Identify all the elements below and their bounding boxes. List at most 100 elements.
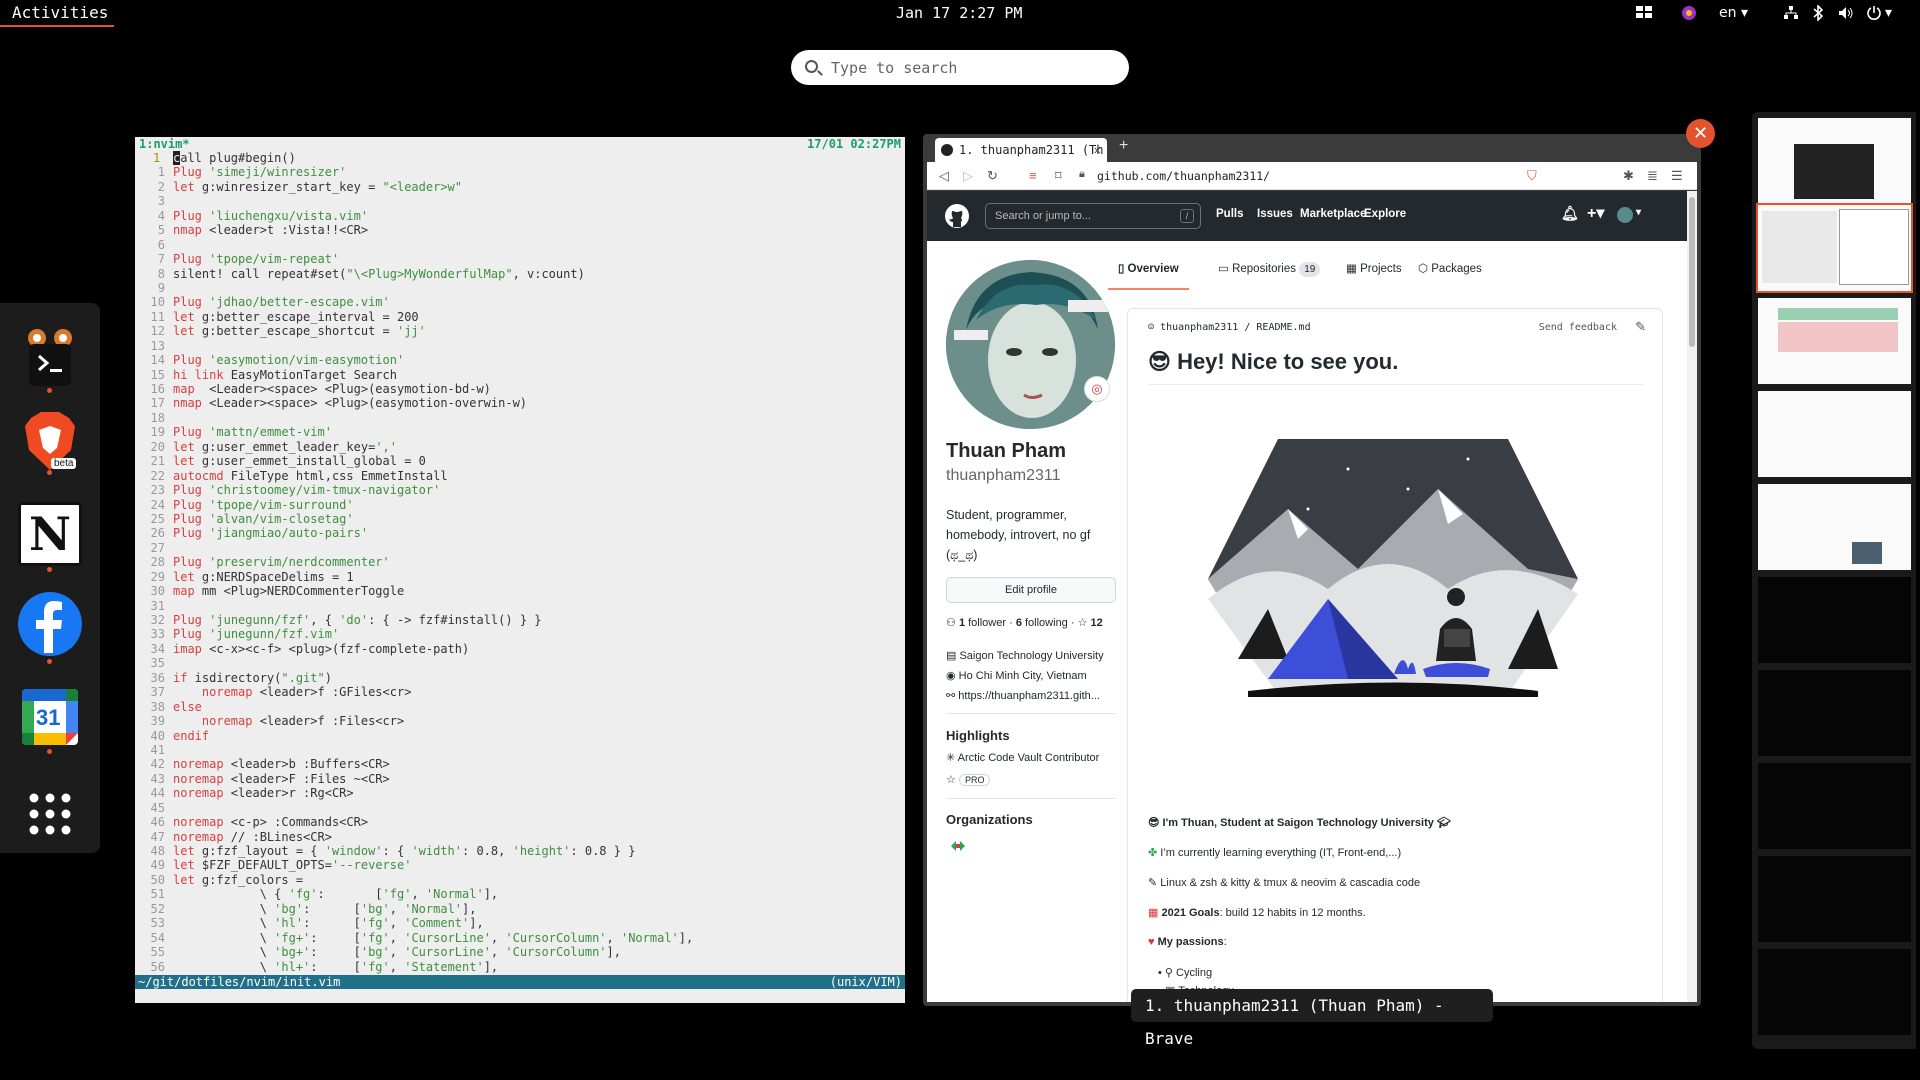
edit-pencil-icon[interactable]: ✎ — [1635, 319, 1646, 335]
code-line[interactable]: 30 map mm <Plug>NERDCommenterToggle — [135, 584, 905, 598]
playlist-icon[interactable]: ≣ — [1647, 168, 1658, 184]
code-line[interactable]: 10 Plug 'jdhao/better-escape.vim' — [135, 295, 905, 309]
code-line[interactable]: 25 Plug 'alvan/vim-closetag' — [135, 512, 905, 526]
code-line[interactable]: 46 noremap <c-p> :Commands<CR> — [135, 815, 905, 829]
code-line[interactable]: 48 let g:fzf_layout = { 'window': { 'widt… — [135, 844, 905, 858]
following-count[interactable]: 6 — [1016, 617, 1022, 629]
tab-projects[interactable]: ▦ Projects — [1346, 257, 1402, 290]
code-line[interactable]: 32 Plug 'junegunn/fzf', { 'do': { -> fzf#… — [135, 613, 905, 627]
readme-user-link[interactable]: thuanpham2311 — [1160, 322, 1238, 333]
workspace-thumbnail[interactable] — [1758, 670, 1911, 756]
back-icon[interactable]: ◁ — [939, 168, 949, 184]
new-tab-button[interactable]: + — [1119, 137, 1128, 155]
extensions-icon[interactable]: ✱ — [1623, 168, 1634, 184]
nav-explore[interactable]: Explore — [1364, 208, 1406, 220]
code-line[interactable]: 40 endif — [135, 729, 905, 743]
highlight-text[interactable]: Arctic Code Vault Contributor — [958, 752, 1100, 764]
code-line[interactable]: 35 — [135, 656, 905, 670]
organization-avatar[interactable] — [950, 838, 966, 854]
followers-link[interactable]: follower — [968, 617, 1006, 629]
code-line[interactable]: 19 Plug 'mattn/emmet-vim' — [135, 425, 905, 439]
workspace-thumbnail[interactable] — [1758, 856, 1911, 942]
close-tab-icon[interactable]: ✕ — [1094, 138, 1101, 162]
code-line[interactable]: 8 silent! call repeat#set("\<Plug>MyWonde… — [135, 267, 905, 281]
brave-app-icon[interactable]: beta — [17, 408, 83, 474]
menu-icon[interactable]: ☰ — [1671, 168, 1683, 184]
nav-issues[interactable]: Issues — [1257, 208, 1293, 220]
code-line[interactable]: 39 noremap <leader>f :Files<cr> — [135, 714, 905, 728]
workspace-thumbnail[interactable] — [1758, 577, 1911, 663]
workspace-thumbnail[interactable] — [1758, 298, 1911, 384]
tab-packages[interactable]: ⬡ Packages — [1418, 257, 1482, 290]
code-line[interactable]: 22 autocmd FileType html,css EmmetInstall — [135, 469, 905, 483]
code-line[interactable]: 41 — [135, 743, 905, 757]
reader-icon[interactable]: ≡ — [1029, 168, 1037, 183]
reload-icon[interactable]: ↻ — [987, 168, 998, 184]
code-line[interactable]: 1 Plug 'simeji/winresizer' — [135, 165, 905, 179]
code-line[interactable]: 47 noremap // :BLines<CR> — [135, 830, 905, 844]
code-line[interactable]: 13 — [135, 339, 905, 353]
code-line[interactable]: 17 nmap <Leader><space> <Plug>(easymotion… — [135, 396, 905, 410]
code-line[interactable]: 2 let g:winresizer_start_key = "<leader>w… — [135, 180, 905, 194]
code-line[interactable]: 50 let g:fzf_colors = — [135, 873, 905, 887]
stars-count[interactable]: 12 — [1091, 617, 1103, 629]
tab-overview[interactable]: ▯ Overview — [1108, 257, 1189, 290]
power-icon[interactable] — [1866, 5, 1882, 21]
browser-window[interactable]: 1. thuanpham2311 (Th ✕ + ◁ ▷ ↻ ≡ ⌑ 🔒︎ gi… — [923, 134, 1701, 1006]
workspace-thumbnail[interactable] — [1758, 763, 1911, 849]
chevron-down-icon[interactable]: ▾ — [1885, 5, 1892, 21]
show-applications-icon[interactable] — [17, 781, 83, 847]
notion-app-icon[interactable]: N — [17, 501, 83, 567]
color-picker-icon[interactable] — [1681, 5, 1697, 21]
tab-repositories[interactable]: ▭ Repositories 19 — [1218, 257, 1321, 290]
code-line[interactable]: 51 \ { 'fg': ['fg', 'Normal'], — [135, 887, 905, 901]
code-line[interactable]: 1 call plug#begin() — [135, 151, 905, 165]
volume-icon[interactable] — [1838, 5, 1854, 21]
github-search-input[interactable]: Search or jump to... / — [985, 203, 1201, 229]
profile-avatar[interactable] — [946, 260, 1115, 429]
code-line[interactable]: 4 Plug 'liuchengxu/vista.vim' — [135, 209, 905, 223]
readme-file-link[interactable]: README.md — [1256, 322, 1310, 333]
code-line[interactable]: 12 let g:better_escape_shortcut = 'jj' — [135, 324, 905, 338]
code-line[interactable]: 36 if isdirectory(".git") — [135, 671, 905, 685]
overview-search[interactable] — [791, 50, 1129, 85]
code-line[interactable]: 5 nmap <leader>t :Vista!!<CR> — [135, 223, 905, 237]
workspace-thumbnail[interactable] — [1758, 118, 1911, 204]
code-line[interactable]: 28 Plug 'preservim/nerdcommenter' — [135, 555, 905, 569]
code-line[interactable]: 49 let $FZF_DEFAULT_OPTS='--reverse' — [135, 858, 905, 872]
web-page[interactable]: Search or jump to... / Pulls Issues Mark… — [927, 191, 1697, 1002]
code-line[interactable]: 37 noremap <leader>f :GFiles<cr> — [135, 685, 905, 699]
code-line[interactable]: 6 — [135, 238, 905, 252]
code-line[interactable]: 38 else — [135, 700, 905, 714]
code-line[interactable]: 56 \ 'hl+': ['fg', 'Statement'], — [135, 960, 905, 974]
code-line[interactable]: 52 \ 'bg': ['bg', 'Normal'], — [135, 902, 905, 916]
close-window-button[interactable]: ✕ — [1686, 119, 1715, 148]
bluetooth-icon[interactable] — [1812, 4, 1824, 22]
code-line[interactable]: 26 Plug 'jiangmiao/auto-pairs' — [135, 526, 905, 540]
code-line[interactable]: 29 let g:NERDSpaceDelims = 1 — [135, 570, 905, 584]
code-line[interactable]: 24 Plug 'tpope/vim-surround' — [135, 498, 905, 512]
notifications-icon[interactable]: 🔔︎ — [1561, 205, 1579, 222]
code-line[interactable]: 44 noremap <leader>r :Rg<CR> — [135, 786, 905, 800]
code-line[interactable]: 54 \ 'fg+': ['fg', 'CursorLine', 'Cursor… — [135, 931, 905, 945]
code-line[interactable]: 33 Plug 'junegunn/fzf.vim' — [135, 627, 905, 641]
bookmark-icon[interactable]: ⌑ — [1055, 168, 1062, 184]
page-scrollbar[interactable] — [1687, 191, 1697, 1002]
code-line[interactable]: 53 \ 'hl': ['fg', 'Comment'], — [135, 916, 905, 930]
tmux-window-tab[interactable]: 1:nvim* — [139, 137, 190, 151]
terminal-window[interactable]: 1:nvim* 17/01 02:27PM 1 call plug#begin()… — [135, 137, 905, 1003]
followers-count[interactable]: 1 — [959, 617, 965, 629]
editor-buffer[interactable]: 1 call plug#begin() 1 Plug 'simeji/winresiz… — [135, 151, 905, 974]
code-line[interactable]: 9 — [135, 281, 905, 295]
code-line[interactable]: 15 hi link EasyMotionTarget Search — [135, 368, 905, 382]
website-link[interactable]: https://thuanpham2311.gith... — [958, 690, 1100, 702]
code-line[interactable]: 55 \ 'bg+': ['bg', 'CursorLine', 'Cursor… — [135, 945, 905, 959]
code-line[interactable]: 14 Plug 'easymotion/vim-easymotion' — [135, 353, 905, 367]
user-avatar[interactable] — [1617, 207, 1633, 223]
following-link[interactable]: following — [1025, 617, 1068, 629]
search-input[interactable] — [831, 50, 1111, 85]
code-line[interactable]: 21 let g:user_emmet_install_global = 0 — [135, 454, 905, 468]
address-bar[interactable]: github.com/thuanpham2311/ — [1097, 166, 1517, 186]
nav-marketplace[interactable]: Marketplace — [1300, 208, 1366, 220]
status-emoji-icon[interactable]: ◎ — [1084, 376, 1110, 402]
